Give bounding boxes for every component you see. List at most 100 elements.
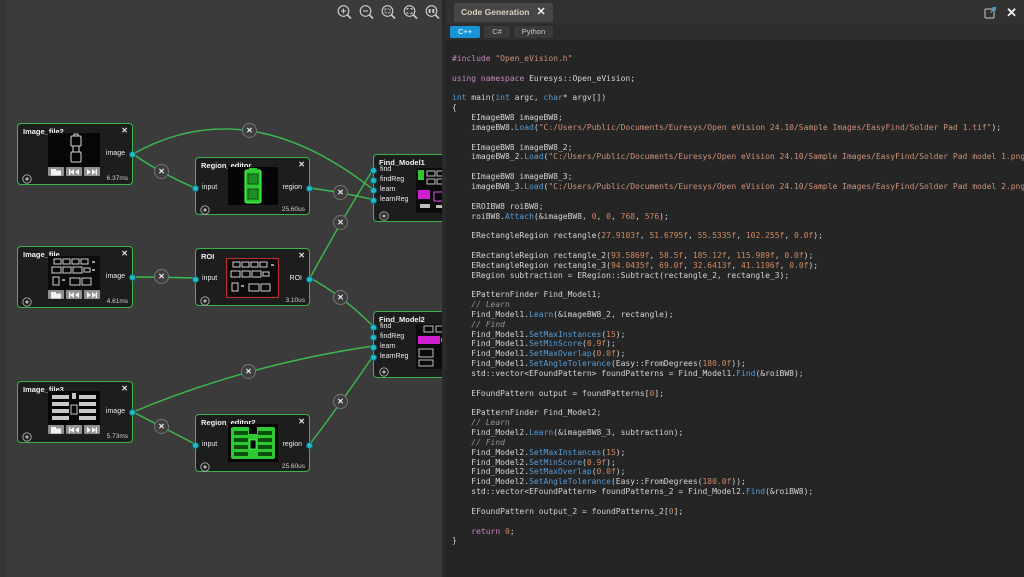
code-editor[interactable]: #include "Open_eVision.h"using namespace… [446, 48, 1024, 569]
output-port-region[interactable] [306, 185, 313, 192]
wire-delete-button[interactable]: ✕ [333, 394, 348, 409]
output-port-region[interactable] [306, 442, 313, 449]
node-region-editor[interactable]: Region_editor ✕ 25.60us input region [195, 157, 310, 215]
wire-delete-button[interactable]: ✕ [333, 215, 348, 230]
panel-header: Code Generation ✕ ✕ [446, 0, 1024, 24]
node-close-icon[interactable]: ✕ [121, 385, 128, 393]
node-close-icon[interactable]: ✕ [121, 250, 128, 258]
output-port-roi[interactable] [306, 276, 313, 283]
folder-icon [50, 168, 62, 176]
tab-close-icon[interactable]: ✕ [536, 7, 545, 18]
node-editor-canvas[interactable]: Image_file2 ✕ 6.37ms ima [0, 0, 442, 577]
wire-delete-button[interactable]: ✕ [154, 419, 169, 434]
open-external-icon[interactable] [984, 6, 997, 19]
panel-close-icon[interactable]: ✕ [1006, 6, 1017, 19]
wire-delete-button[interactable]: ✕ [333, 185, 348, 200]
zoom-selection-button[interactable] [402, 4, 419, 21]
previous-image-button[interactable] [66, 425, 82, 434]
node-close-icon[interactable]: ✕ [298, 161, 305, 169]
zoom-out-button[interactable] [358, 4, 375, 21]
node-find-model2[interactable]: Find_Model2 find findReg learn learnReg [373, 311, 442, 378]
execution-time: 3.10us [285, 297, 305, 304]
code-line [452, 517, 1022, 527]
next-image-button[interactable] [84, 167, 100, 176]
zoom-1-1-icon [426, 6, 437, 17]
code-line: EImageBW8 imageBW8_3; [452, 172, 1022, 182]
code-line: EFoundPattern output_2 = foundPatterns_2… [452, 507, 1022, 517]
open-file-button[interactable] [48, 167, 64, 176]
next-image-button[interactable] [84, 425, 100, 434]
wire-delete-button[interactable]: ✕ [333, 290, 348, 305]
code-line: { [452, 103, 1022, 113]
tab-cpp[interactable]: C++ [450, 26, 480, 38]
input-port-learnreg[interactable] [370, 197, 377, 204]
code-line: int main(int argc, char* argv[]) [452, 93, 1022, 103]
thumbnail-green-region [228, 167, 278, 205]
open-file-button[interactable] [48, 425, 64, 434]
code-line: EPatternFinder Find_Model1; [452, 290, 1022, 300]
output-port-label: image [106, 273, 125, 280]
input-port-findreg[interactable] [370, 177, 377, 184]
visibility-toggle-icon[interactable] [22, 432, 32, 442]
zoom-1-1-button[interactable] [424, 4, 441, 21]
wire-delete-button[interactable]: ✕ [242, 123, 257, 138]
node-image-file3[interactable]: Image_file3 ✕ 5.73ms image [17, 381, 133, 443]
code-line: EPatternFinder Find_Model2; [452, 408, 1022, 418]
node-close-icon[interactable]: ✕ [121, 127, 128, 135]
zoom-fit-button[interactable] [380, 4, 397, 21]
input-port-find[interactable] [370, 324, 377, 331]
skip-forward-icon [86, 291, 98, 299]
previous-image-button[interactable] [66, 290, 82, 299]
input-port-learn[interactable] [370, 344, 377, 351]
output-port-image[interactable] [129, 151, 136, 158]
output-port-image[interactable] [129, 409, 136, 416]
code-line [452, 84, 1022, 94]
wire-delete-button[interactable]: ✕ [154, 269, 169, 284]
input-port[interactable] [192, 276, 199, 283]
node-find-model1[interactable]: Find_Model1 find findReg learn learnReg [373, 154, 442, 222]
thumbnail-solder-pad-model [48, 133, 100, 167]
wire-delete-button[interactable]: ✕ [241, 364, 256, 379]
skip-forward-icon [86, 168, 98, 176]
visibility-toggle-icon[interactable] [200, 296, 210, 306]
visibility-toggle-icon[interactable] [379, 367, 389, 377]
next-image-button[interactable] [84, 290, 100, 299]
visibility-toggle-icon[interactable] [22, 297, 32, 307]
input-port-learn[interactable] [370, 187, 377, 194]
node-close-icon[interactable]: ✕ [298, 252, 305, 260]
visibility-toggle-icon[interactable] [200, 462, 210, 472]
tab-csharp[interactable]: C# [484, 26, 510, 38]
input-port[interactable] [192, 442, 199, 449]
application-window: Image_file2 ✕ 6.37ms ima [0, 0, 1024, 577]
node-image-file[interactable]: Image_file ✕ 4.61ms image [17, 246, 133, 308]
input-port-learnreg[interactable] [370, 354, 377, 361]
visibility-toggle-icon[interactable] [200, 205, 210, 215]
skip-back-icon [68, 168, 80, 176]
open-file-button[interactable] [48, 290, 64, 299]
code-line: #include "Open_eVision.h" [452, 54, 1022, 64]
input-port-find[interactable] [370, 167, 377, 174]
node-roi[interactable]: ROI ✕ 3.10us input ROI [195, 248, 310, 306]
node-image-file2[interactable]: Image_file2 ✕ 6.37ms ima [17, 123, 133, 185]
visibility-toggle-icon[interactable] [22, 174, 32, 184]
code-line: imageBW8.Load("C:/Users/Public/Documents… [452, 123, 1022, 133]
input-port-findreg[interactable] [370, 334, 377, 341]
code-line: Find_Model1.SetMaxInstances(15); [452, 330, 1022, 340]
output-port-image[interactable] [129, 274, 136, 281]
visibility-toggle-icon[interactable] [379, 211, 389, 221]
wire-delete-button[interactable]: ✕ [154, 164, 169, 179]
tab-python[interactable]: Python [514, 26, 553, 38]
execution-time: 25.60us [282, 206, 305, 213]
tab-title: Code Generation [461, 7, 529, 17]
language-tab-bar: C++ C# Python [446, 24, 1024, 40]
folder-icon [50, 291, 62, 299]
tab-code-generation[interactable]: Code Generation ✕ [454, 3, 553, 22]
output-port-label: ROI [290, 275, 302, 282]
node-region-editor2[interactable]: Region_editor2 ✕ 25.60us input region [195, 414, 310, 472]
zoom-in-button[interactable] [336, 4, 353, 21]
previous-image-button[interactable] [66, 167, 82, 176]
input-port-label: findReg [380, 176, 404, 183]
input-port[interactable] [192, 185, 199, 192]
input-port-label: learnReg [380, 353, 408, 360]
node-close-icon[interactable]: ✕ [298, 418, 305, 426]
